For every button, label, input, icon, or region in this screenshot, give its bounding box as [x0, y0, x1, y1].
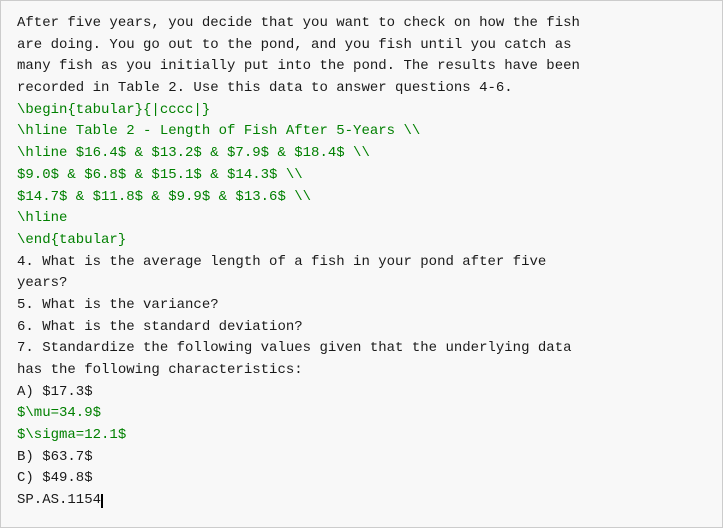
line-15: 7. Standardize the following values give…	[17, 338, 706, 360]
line-11: 4. What is the average length of a fish …	[17, 252, 706, 274]
line-9: \hline	[17, 208, 706, 230]
content-area: After five years, you decide that you wa…	[17, 13, 706, 512]
line-6: \hline $16.4$ & $13.2$ & $7.9$ & $18.4$ …	[17, 143, 706, 165]
editor-container: After five years, you decide that you wa…	[0, 0, 723, 528]
line-2: many fish as you initially put into the …	[17, 56, 706, 78]
line-17: A) $17.3$	[17, 382, 706, 404]
line-19: $\sigma=12.1$	[17, 425, 706, 447]
text-cursor	[101, 494, 103, 508]
line-10: \end{tabular}	[17, 230, 706, 252]
line-7: $9.0$ & $6.8$ & $15.1$ & $14.3$ \\	[17, 165, 706, 187]
line-4: \begin{tabular}{|cccc|}	[17, 100, 706, 122]
line-16: has the following characteristics:	[17, 360, 706, 382]
line-22: SP.AS.1154	[17, 490, 706, 512]
line-18: $\mu=34.9$	[17, 403, 706, 425]
line-3: recorded in Table 2. Use this data to an…	[17, 78, 706, 100]
line-5: \hline Table 2 - Length of Fish After 5-…	[17, 121, 706, 143]
line-14: 6. What is the standard deviation?	[17, 317, 706, 339]
line-12: years?	[17, 273, 706, 295]
line-1: are doing. You go out to the pond, and y…	[17, 35, 706, 57]
line-8: $14.7$ & $11.8$ & $9.9$ & $13.6$ \\	[17, 187, 706, 209]
line-21: C) $49.8$	[17, 468, 706, 490]
line-20: B) $63.7$	[17, 447, 706, 469]
line-13: 5. What is the variance?	[17, 295, 706, 317]
line-0: After five years, you decide that you wa…	[17, 13, 706, 35]
